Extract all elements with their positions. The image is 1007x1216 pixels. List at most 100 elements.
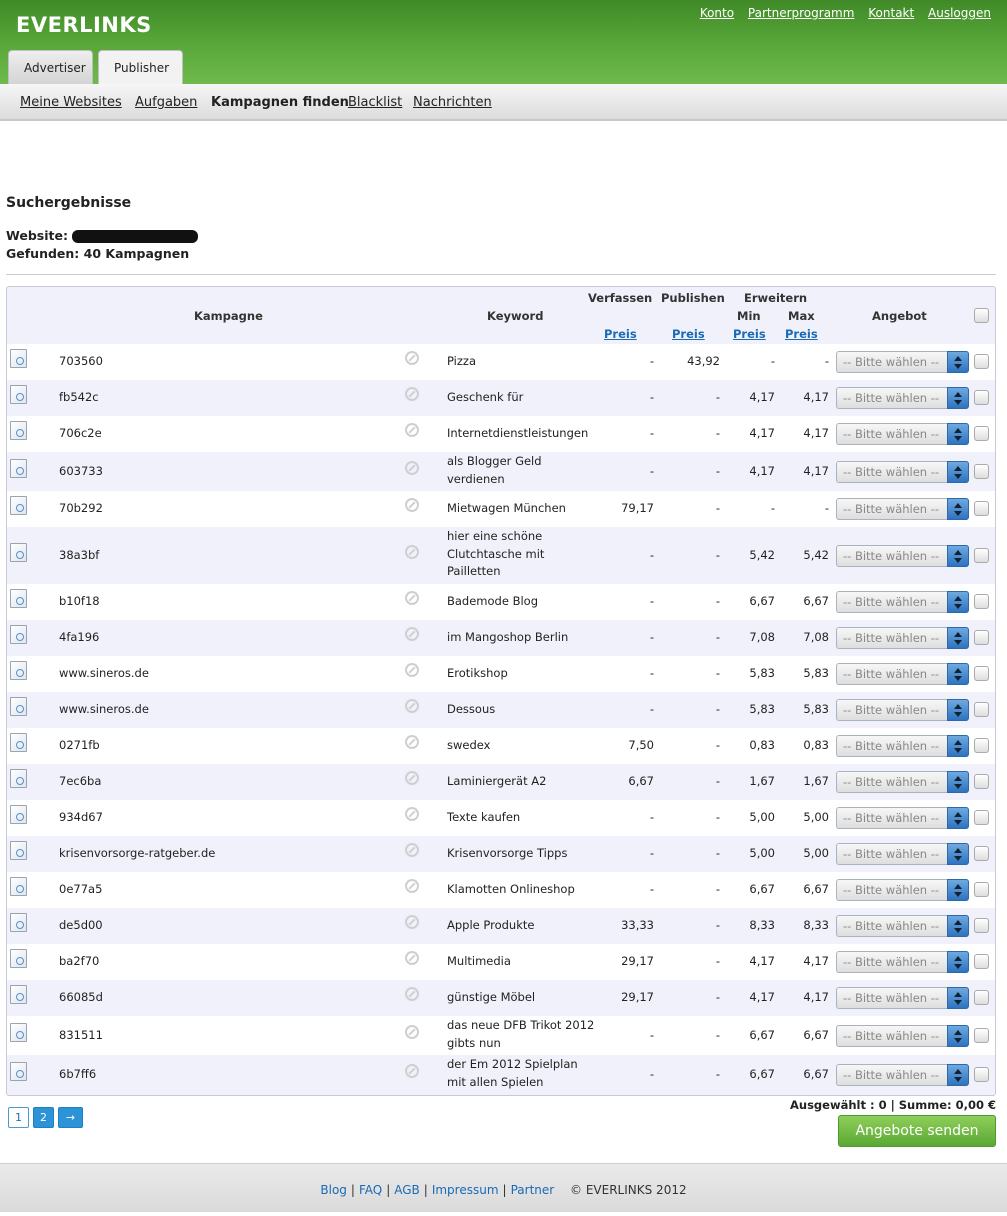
- footer-link-agb[interactable]: AGB: [394, 1183, 420, 1197]
- row-checkbox[interactable]: [974, 738, 989, 753]
- footer-link-impressum[interactable]: Impressum: [432, 1183, 499, 1197]
- row-checkbox[interactable]: [974, 666, 989, 681]
- select-arrows-icon[interactable]: [947, 843, 969, 865]
- offer-select[interactable]: -- Bitte wählen --: [836, 460, 969, 483]
- next-page-button[interactable]: →: [58, 1107, 83, 1128]
- campaign-detail-icon[interactable]: [10, 985, 27, 1004]
- row-checkbox[interactable]: [974, 954, 989, 969]
- tab-advertiser[interactable]: Advertiser: [8, 50, 93, 84]
- blacklist-icon[interactable]: [405, 951, 419, 965]
- nav-blacklist[interactable]: Blacklist: [348, 95, 402, 110]
- select-arrows-icon[interactable]: [947, 460, 969, 483]
- campaign-detail-icon[interactable]: [10, 385, 27, 404]
- link-kontakt[interactable]: Kontakt: [868, 6, 914, 20]
- campaign-detail-icon[interactable]: [10, 349, 27, 368]
- row-checkbox[interactable]: [974, 390, 989, 405]
- select-arrows-icon[interactable]: [947, 915, 969, 937]
- link-konto[interactable]: Konto: [700, 6, 734, 20]
- row-checkbox[interactable]: [974, 354, 989, 369]
- select-arrows-icon[interactable]: [947, 879, 969, 901]
- campaign-detail-icon[interactable]: [10, 589, 27, 608]
- row-checkbox[interactable]: [974, 990, 989, 1005]
- select-arrows-icon[interactable]: [947, 987, 969, 1009]
- row-checkbox[interactable]: [974, 426, 989, 441]
- row-checkbox[interactable]: [974, 774, 989, 789]
- offer-select[interactable]: -- Bitte wählen --: [836, 1063, 969, 1086]
- offer-select[interactable]: -- Bitte wählen --: [836, 498, 969, 520]
- select-arrows-icon[interactable]: [947, 699, 969, 721]
- campaign-detail-icon[interactable]: [10, 877, 27, 896]
- campaign-detail-icon[interactable]: [10, 769, 27, 788]
- campaign-detail-icon[interactable]: [10, 458, 27, 478]
- offer-select[interactable]: -- Bitte wählen --: [836, 915, 969, 937]
- select-arrows-icon[interactable]: [947, 663, 969, 685]
- campaign-detail-icon[interactable]: [10, 805, 27, 824]
- blacklist-icon[interactable]: [405, 387, 419, 401]
- row-checkbox[interactable]: [974, 547, 989, 563]
- offer-select[interactable]: -- Bitte wählen --: [836, 771, 969, 793]
- select-arrows-icon[interactable]: [947, 735, 969, 757]
- offer-select[interactable]: -- Bitte wählen --: [836, 663, 969, 685]
- offer-select[interactable]: -- Bitte wählen --: [836, 951, 969, 973]
- footer-link-faq[interactable]: FAQ: [359, 1183, 382, 1197]
- nav-meine-websites[interactable]: Meine Websites: [20, 95, 122, 110]
- offer-select[interactable]: -- Bitte wählen --: [836, 843, 969, 865]
- row-checkbox[interactable]: [974, 501, 989, 516]
- campaign-detail-icon[interactable]: [10, 625, 27, 644]
- row-checkbox[interactable]: [974, 846, 989, 861]
- nav-kampagnen-finden[interactable]: Kampagnen finden: [211, 95, 349, 110]
- campaign-detail-icon[interactable]: [10, 496, 27, 515]
- blacklist-icon[interactable]: [405, 423, 419, 437]
- blacklist-icon[interactable]: [405, 544, 419, 559]
- offer-select[interactable]: -- Bitte wählen --: [836, 1024, 969, 1047]
- campaign-detail-icon[interactable]: [10, 1022, 27, 1042]
- offer-select[interactable]: -- Bitte wählen --: [836, 627, 969, 649]
- blacklist-icon[interactable]: [405, 498, 419, 512]
- blacklist-icon[interactable]: [405, 807, 419, 821]
- row-checkbox[interactable]: [974, 702, 989, 717]
- select-arrows-icon[interactable]: [947, 951, 969, 973]
- blacklist-icon[interactable]: [405, 1024, 419, 1039]
- blacklist-icon[interactable]: [405, 1063, 419, 1078]
- select-all-checkbox[interactable]: [974, 308, 989, 323]
- blacklist-icon[interactable]: [405, 915, 419, 929]
- row-checkbox[interactable]: [974, 630, 989, 645]
- row-checkbox[interactable]: [974, 463, 989, 479]
- sort-min-preis[interactable]: Preis: [733, 327, 766, 341]
- select-arrows-icon[interactable]: [947, 627, 969, 649]
- blacklist-icon[interactable]: [405, 879, 419, 893]
- select-arrows-icon[interactable]: [947, 807, 969, 829]
- nav-nachrichten[interactable]: Nachrichten: [413, 95, 492, 110]
- sort-max-preis[interactable]: Preis: [785, 327, 818, 341]
- blacklist-icon[interactable]: [405, 735, 419, 749]
- footer-link-partner[interactable]: Partner: [511, 1183, 555, 1197]
- row-checkbox[interactable]: [974, 1066, 989, 1082]
- sort-publishen-preis[interactable]: Preis: [672, 327, 705, 341]
- offer-select[interactable]: -- Bitte wählen --: [836, 807, 969, 829]
- link-partnerprogramm[interactable]: Partnerprogramm: [748, 6, 855, 20]
- select-arrows-icon[interactable]: [947, 1063, 969, 1086]
- send-offers-button[interactable]: Angebote senden: [838, 1115, 996, 1147]
- offer-select[interactable]: -- Bitte wählen --: [836, 735, 969, 757]
- row-checkbox[interactable]: [974, 918, 989, 933]
- row-checkbox[interactable]: [974, 810, 989, 825]
- select-arrows-icon[interactable]: [947, 423, 969, 445]
- blacklist-icon[interactable]: [405, 460, 419, 475]
- select-arrows-icon[interactable]: [947, 591, 969, 613]
- campaign-detail-icon[interactable]: [10, 841, 27, 860]
- select-arrows-icon[interactable]: [947, 498, 969, 520]
- row-checkbox[interactable]: [974, 594, 989, 609]
- blacklist-icon[interactable]: [405, 351, 419, 365]
- blacklist-icon[interactable]: [405, 663, 419, 677]
- blacklist-icon[interactable]: [405, 591, 419, 605]
- footer-link-blog[interactable]: Blog: [320, 1183, 347, 1197]
- blacklist-icon[interactable]: [405, 771, 419, 785]
- row-checkbox[interactable]: [974, 1027, 989, 1043]
- offer-select[interactable]: -- Bitte wählen --: [836, 987, 969, 1009]
- offer-select[interactable]: -- Bitte wählen --: [836, 699, 969, 721]
- sort-verfassen-preis[interactable]: Preis: [604, 327, 637, 341]
- campaign-detail-icon[interactable]: [10, 697, 27, 716]
- offer-select[interactable]: -- Bitte wählen --: [836, 351, 969, 373]
- tab-publisher[interactable]: Publisher: [98, 50, 183, 85]
- offer-select[interactable]: -- Bitte wählen --: [836, 423, 969, 445]
